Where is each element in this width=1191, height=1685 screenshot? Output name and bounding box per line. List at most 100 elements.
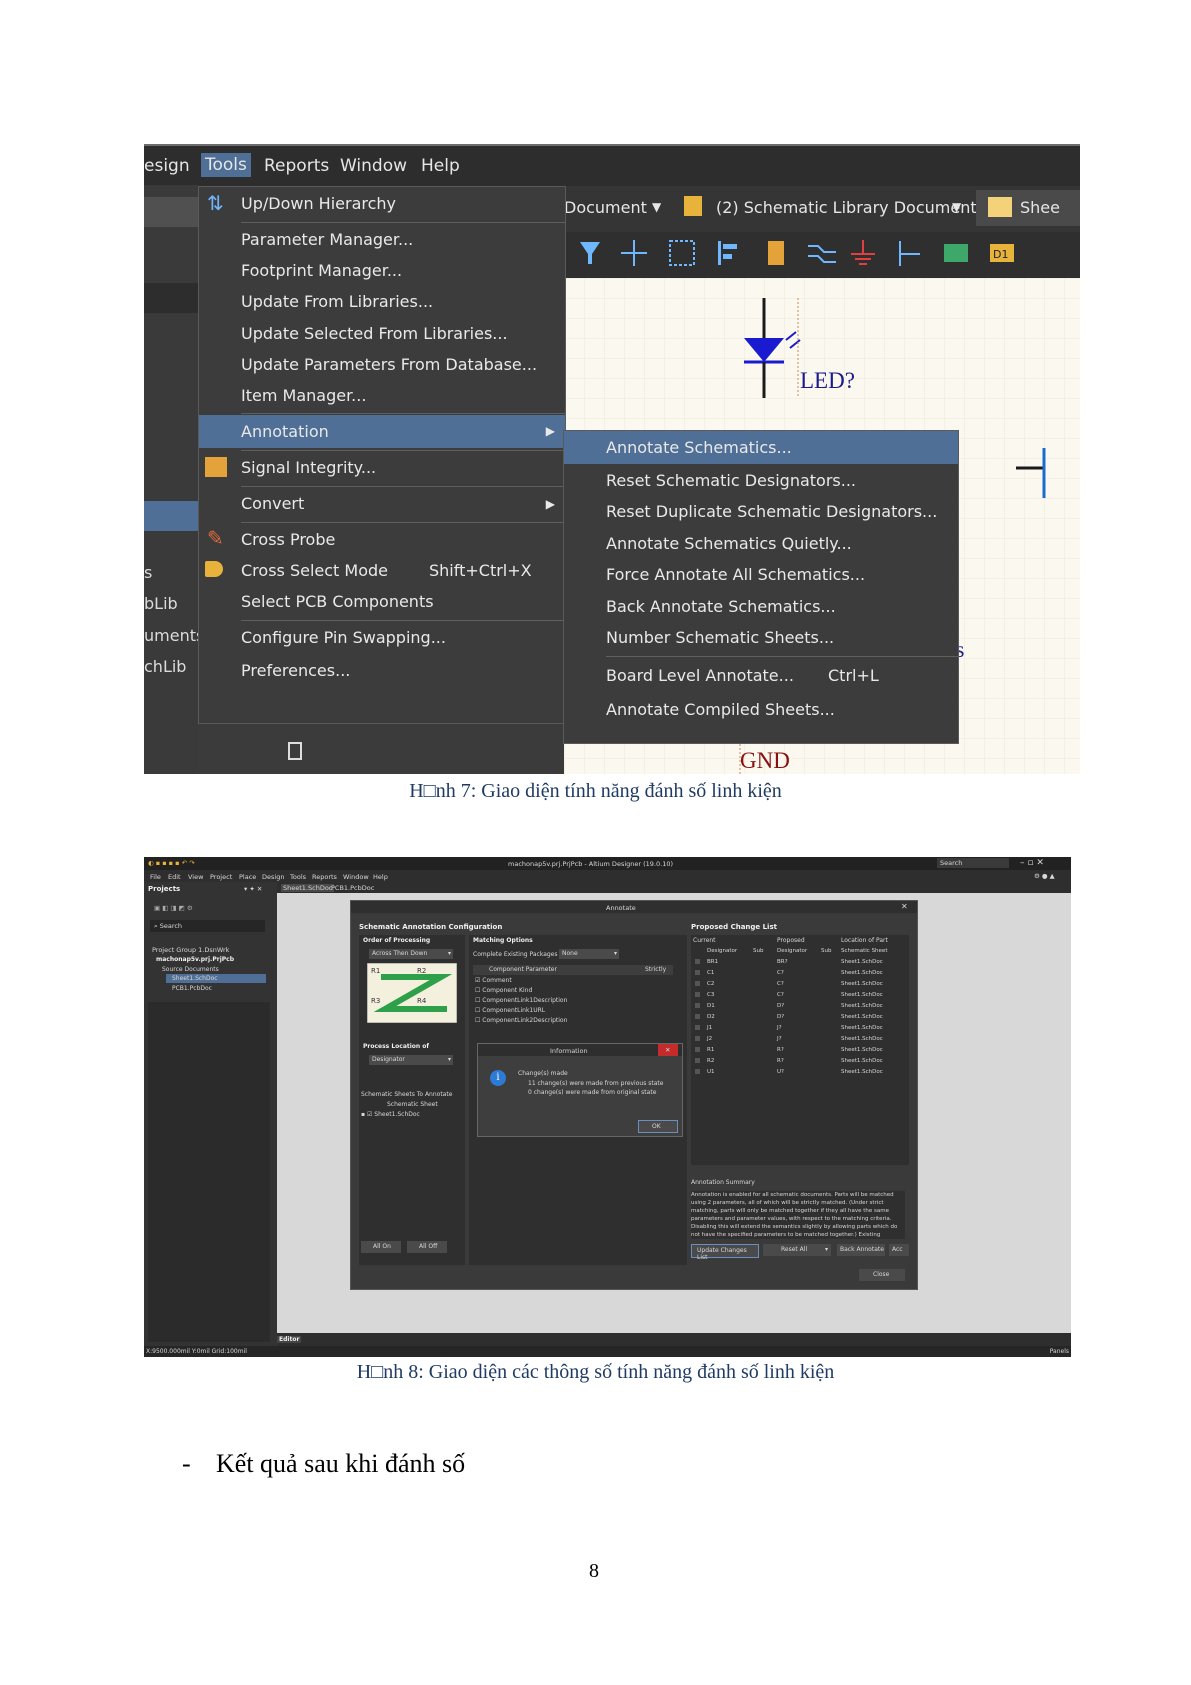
menu-item-reset-designators[interactable]: Reset Schematic Designators... bbox=[564, 465, 958, 496]
tree-item-folder[interactable]: Source Documents bbox=[162, 966, 219, 973]
change-list-row[interactable]: C2 C? Sheet1.SchDoc bbox=[691, 979, 909, 990]
menu-item-annotation[interactable]: Annotation ▶ bbox=[199, 415, 565, 448]
menu-item-cross-probe[interactable]: ✎ Cross Probe bbox=[199, 524, 565, 555]
tab-sheet1[interactable]: Sheet1.SchDoc bbox=[281, 884, 335, 892]
tree-item-project[interactable]: machonap5v.prj.PrjPcb bbox=[156, 956, 234, 963]
menu-item-select-pcb-components[interactable]: Select PCB Components bbox=[199, 586, 565, 617]
menu-item-cross-select-mode[interactable]: Cross Select Mode Shift+Ctrl+X bbox=[199, 555, 565, 586]
editor-tab[interactable]: Editor bbox=[277, 1336, 302, 1343]
change-list-row[interactable]: D2 D? Sheet1.SchDoc bbox=[691, 1012, 909, 1023]
project-item[interactable]: s bbox=[144, 563, 152, 582]
project-search[interactable]: ⌕ Search bbox=[150, 920, 265, 932]
menu-window[interactable]: Window bbox=[340, 156, 407, 176]
change-list-row[interactable]: BR1 BR? Sheet1.SchDoc bbox=[691, 957, 909, 968]
change-list-row[interactable]: U1 U? Sheet1.SchDoc bbox=[691, 1067, 909, 1078]
order-select[interactable]: Across Then Down ▾ bbox=[369, 949, 453, 959]
menu-item-force-annotate[interactable]: Force Annotate All Schematics... bbox=[564, 559, 958, 590]
change-list-row[interactable]: R1 R? Sheet1.SchDoc bbox=[691, 1045, 909, 1056]
tree-item-sheet[interactable]: Sheet1.SchDoc bbox=[172, 975, 218, 982]
panel-toolbar-icons[interactable]: ▣ ◧ ◨ ◩ ⚙ bbox=[154, 904, 193, 912]
toolbar-icons[interactable]: D1 bbox=[564, 232, 1080, 278]
checkbox[interactable] bbox=[695, 992, 700, 997]
menu-item-footprint-manager[interactable]: Footprint Manager... bbox=[199, 255, 565, 286]
doc-tab[interactable]: Document bbox=[564, 198, 647, 217]
menu-window[interactable]: Window bbox=[343, 873, 369, 881]
menu-item-reset-duplicate[interactable]: Reset Duplicate Schematic Designators... bbox=[564, 496, 958, 527]
menu-item-parameter-manager[interactable]: Parameter Manager... bbox=[199, 224, 565, 255]
close-button[interactable]: Close bbox=[859, 1269, 905, 1281]
back-annotate-button[interactable]: Back Annotate bbox=[837, 1244, 885, 1256]
change-list-row[interactable]: J2 J? Sheet1.SchDoc bbox=[691, 1034, 909, 1045]
project-item[interactable]: uments bbox=[144, 626, 204, 645]
project-item[interactable]: bLib bbox=[144, 594, 178, 613]
settings-icons[interactable]: ⚙ ● ▲ bbox=[1034, 872, 1055, 880]
update-changes-button[interactable]: Update Changes List bbox=[691, 1244, 759, 1261]
panels-button[interactable]: Panels bbox=[1050, 1348, 1069, 1355]
checkbox[interactable] bbox=[695, 1069, 700, 1074]
window-controls[interactable]: – ▫ ✕ bbox=[1020, 858, 1044, 868]
menu-item-update-parameters[interactable]: Update Parameters From Database... bbox=[199, 349, 565, 380]
menu-item-update-from-libraries[interactable]: Update From Libraries... bbox=[199, 286, 565, 317]
menu-tools[interactable]: Tools bbox=[201, 153, 251, 177]
menu-reports[interactable]: Reports bbox=[312, 873, 337, 881]
menu-item-annotate-schematics[interactable]: Annotate Schematics... bbox=[564, 431, 958, 464]
menu-place[interactable]: Place bbox=[239, 873, 256, 881]
process-select[interactable]: Designator ▾ bbox=[369, 1055, 453, 1065]
menu-edit[interactable]: Edit bbox=[168, 873, 181, 881]
panel-controls[interactable]: ▾ ✦ ✕ bbox=[244, 885, 262, 893]
menu-help[interactable]: Help bbox=[373, 873, 388, 881]
menu-item-update-selected[interactable]: Update Selected From Libraries... bbox=[199, 318, 565, 349]
doc-tab[interactable]: (2) Schematic Library Document bbox=[716, 198, 977, 217]
menu-item-configure-pin-swapping[interactable]: Configure Pin Swapping... bbox=[199, 622, 565, 654]
menu-item-board-level-annotate[interactable]: Board Level Annotate... Ctrl+L bbox=[564, 659, 958, 692]
menu-item-back-annotate[interactable]: Back Annotate Schematics... bbox=[564, 591, 958, 622]
change-list-row[interactable]: D1 D? Sheet1.SchDoc bbox=[691, 1001, 909, 1012]
checkbox[interactable] bbox=[695, 1003, 700, 1008]
menu-item-preferences[interactable]: Preferences... bbox=[199, 655, 565, 687]
checkbox[interactable] bbox=[695, 970, 700, 975]
menu-reports[interactable]: Reports bbox=[264, 156, 329, 176]
menu-item-signal-integrity[interactable]: Signal Integrity... bbox=[199, 452, 565, 484]
checkbox[interactable] bbox=[695, 981, 700, 986]
chevron-down-icon[interactable]: ▼ bbox=[652, 200, 661, 214]
menu-item-up-down-hierarchy[interactable]: ⇅ Up/Down Hierarchy bbox=[199, 187, 565, 220]
change-list-row[interactable]: R2 R? Sheet1.SchDoc bbox=[691, 1056, 909, 1067]
menu-design[interactable]: esign bbox=[144, 156, 190, 176]
all-on-button[interactable]: All On bbox=[361, 1241, 401, 1253]
change-list-row[interactable]: C1 C? Sheet1.SchDoc bbox=[691, 968, 909, 979]
menu-project[interactable]: Project bbox=[210, 873, 232, 881]
menu-file[interactable]: File bbox=[150, 873, 161, 881]
menu-view[interactable]: View bbox=[188, 873, 203, 881]
accept-button[interactable]: Acc bbox=[889, 1244, 909, 1256]
menu-tools[interactable]: Tools bbox=[290, 873, 306, 881]
close-icon[interactable]: ✕ bbox=[658, 1044, 678, 1056]
doc-tab[interactable]: Shee bbox=[1020, 198, 1060, 217]
checkbox[interactable] bbox=[695, 1025, 700, 1030]
change-list-row[interactable]: C3 C? Sheet1.SchDoc bbox=[691, 990, 909, 1001]
reset-all-button[interactable]: Reset All ▾ bbox=[763, 1244, 831, 1256]
change-list-row[interactable]: J1 J? Sheet1.SchDoc bbox=[691, 1023, 909, 1034]
checkbox[interactable] bbox=[695, 1036, 700, 1041]
sheet-row[interactable]: ▪ ☑ Sheet1.SchDoc bbox=[361, 1111, 420, 1118]
complete-select[interactable]: None ▾ bbox=[559, 949, 619, 959]
tab-pcb1[interactable]: PCB1.PcbDoc bbox=[331, 884, 374, 892]
menu-help[interactable]: Help bbox=[421, 156, 460, 176]
close-icon[interactable]: ✕ bbox=[901, 902, 908, 911]
menu-item-annotate-compiled[interactable]: Annotate Compiled Sheets... bbox=[564, 693, 958, 726]
checkbox[interactable] bbox=[695, 959, 700, 964]
all-off-button[interactable]: All Off bbox=[407, 1241, 447, 1253]
ok-button[interactable]: OK bbox=[638, 1120, 678, 1133]
checkbox[interactable] bbox=[695, 1047, 700, 1052]
tree-item-pcb[interactable]: PCB1.PcbDoc bbox=[172, 985, 212, 992]
chevron-down-icon[interactable]: ▼ bbox=[952, 200, 961, 214]
search-box[interactable]: Search bbox=[937, 858, 1009, 868]
project-item[interactable]: chLib bbox=[144, 657, 186, 676]
tree-item-group[interactable]: Project Group 1.DsnWrk bbox=[152, 946, 229, 954]
menu-design[interactable]: Design bbox=[262, 873, 284, 881]
menu-item-annotate-quietly[interactable]: Annotate Schematics Quietly... bbox=[564, 528, 958, 559]
menu-item-convert[interactable]: Convert ▶ bbox=[199, 488, 565, 520]
checkbox[interactable] bbox=[695, 1014, 700, 1019]
checkbox[interactable] bbox=[695, 1058, 700, 1063]
menu-item-number-sheets[interactable]: Number Schematic Sheets... bbox=[564, 622, 958, 653]
menu-item-item-manager[interactable]: Item Manager... bbox=[199, 380, 565, 411]
